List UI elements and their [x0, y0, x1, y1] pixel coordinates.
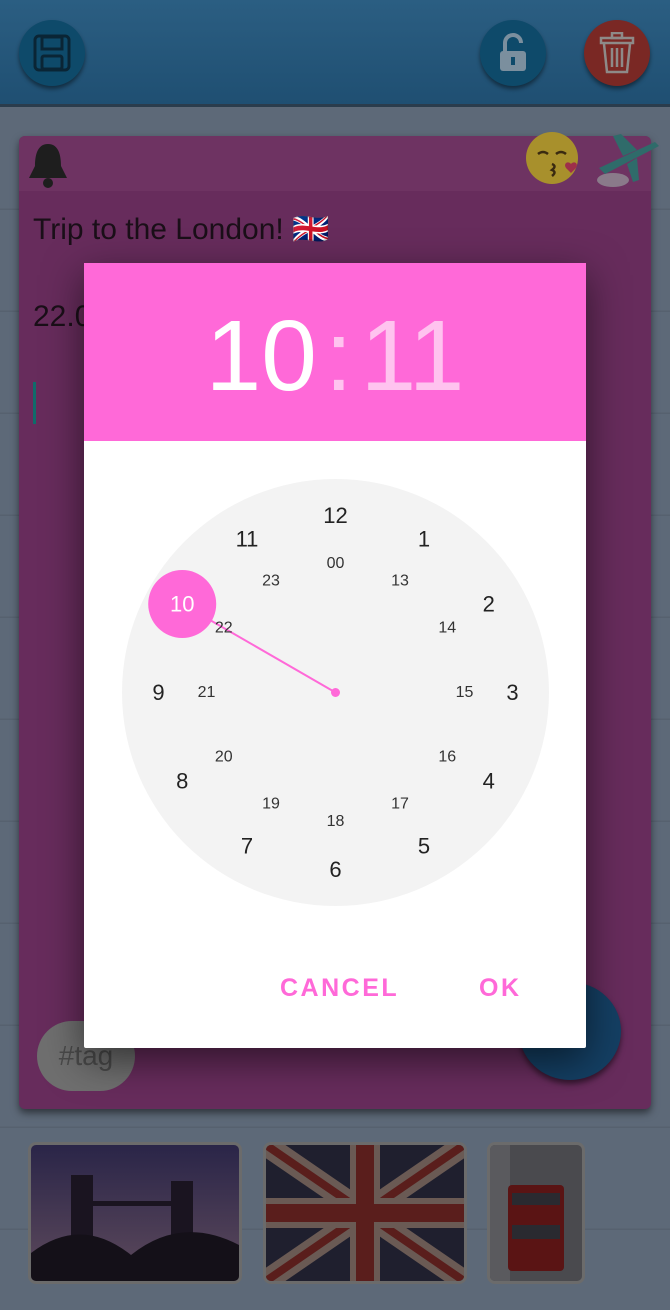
- time-display: 10:11: [84, 301, 586, 411]
- ok-button[interactable]: OK: [479, 963, 522, 1013]
- minute-display[interactable]: 11: [361, 300, 465, 412]
- hour-display[interactable]: 10: [206, 300, 317, 412]
- outer-hour-9[interactable]: 9: [152, 680, 164, 705]
- inner-hour-19[interactable]: 19: [262, 796, 280, 813]
- clock-center-dot: [331, 688, 340, 697]
- inner-hour-16[interactable]: 16: [438, 749, 456, 766]
- note-date[interactable]: 22.0: [33, 300, 91, 334]
- inner-hour-00[interactable]: 00: [327, 555, 345, 572]
- outer-hour-5[interactable]: 5: [418, 833, 430, 858]
- inner-hour-22[interactable]: 22: [215, 620, 233, 637]
- inner-hour-17[interactable]: 17: [391, 796, 409, 813]
- outer-hour-4[interactable]: 4: [483, 769, 495, 794]
- outer-hour-11[interactable]: 11: [236, 527, 259, 552]
- inner-hour-13[interactable]: 13: [391, 572, 409, 589]
- outer-hour-6[interactable]: 6: [329, 857, 341, 882]
- thumbnail-tower-bridge[interactable]: [28, 1142, 242, 1284]
- kissing-emoji-icon[interactable]: [524, 130, 584, 186]
- floppy-disk-icon: [33, 34, 71, 72]
- outer-hour-1[interactable]: 1: [418, 527, 430, 552]
- unlock-button[interactable]: [480, 20, 546, 86]
- inner-hour-14[interactable]: 14: [438, 620, 456, 637]
- inner-hour-18[interactable]: 18: [327, 813, 345, 830]
- bell-icon[interactable]: [25, 140, 71, 190]
- time-separator: :: [324, 300, 353, 412]
- inner-hour-20[interactable]: 20: [215, 749, 233, 766]
- unlock-icon: [500, 33, 526, 71]
- thumbnail-union-jack[interactable]: [263, 1142, 467, 1284]
- inner-hour-21[interactable]: 21: [198, 684, 216, 701]
- outer-hour-8[interactable]: 8: [176, 769, 188, 794]
- note-header: [19, 132, 659, 191]
- outer-hour-7[interactable]: 7: [241, 833, 253, 858]
- delete-button[interactable]: [584, 20, 650, 86]
- clock-dial[interactable]: 121234567891011001314151617181920212223: [122, 479, 549, 906]
- note-title[interactable]: Trip to the London! 🇬🇧: [33, 212, 329, 247]
- dialog-actions: CANCEL OK: [84, 963, 586, 1013]
- text-cursor: [33, 382, 36, 424]
- top-toolbar: [0, 0, 670, 107]
- inner-hour-15[interactable]: 15: [456, 684, 474, 701]
- clock-face[interactable]: 12 1 2 3 4 5 6 7 8 9 10 11 00 13 14 15 16 17 18 19 20 21 22 23: [122, 479, 549, 906]
- trash-icon: [599, 32, 635, 74]
- outer-hour-10[interactable]: 10: [170, 592, 194, 617]
- thumbnail-strip: [0, 1142, 670, 1284]
- outer-hour-12[interactable]: 12: [323, 503, 347, 528]
- time-picker-header: 10:11: [84, 263, 586, 441]
- thumbnail-london-bus[interactable]: [487, 1142, 585, 1284]
- outer-hour-3[interactable]: 3: [506, 680, 518, 705]
- airplane-icon[interactable]: [593, 130, 661, 192]
- inner-hour-23[interactable]: 23: [262, 572, 280, 589]
- cancel-button[interactable]: CANCEL: [280, 963, 399, 1013]
- time-picker-dialog: 10:11 12 1 2 3 4 5 6 7 8 9 10 11 00 13 14 15 16 17 18 19 20 2…: [84, 263, 586, 1048]
- outer-hour-2[interactable]: 2: [483, 592, 495, 617]
- save-button[interactable]: [19, 20, 85, 86]
